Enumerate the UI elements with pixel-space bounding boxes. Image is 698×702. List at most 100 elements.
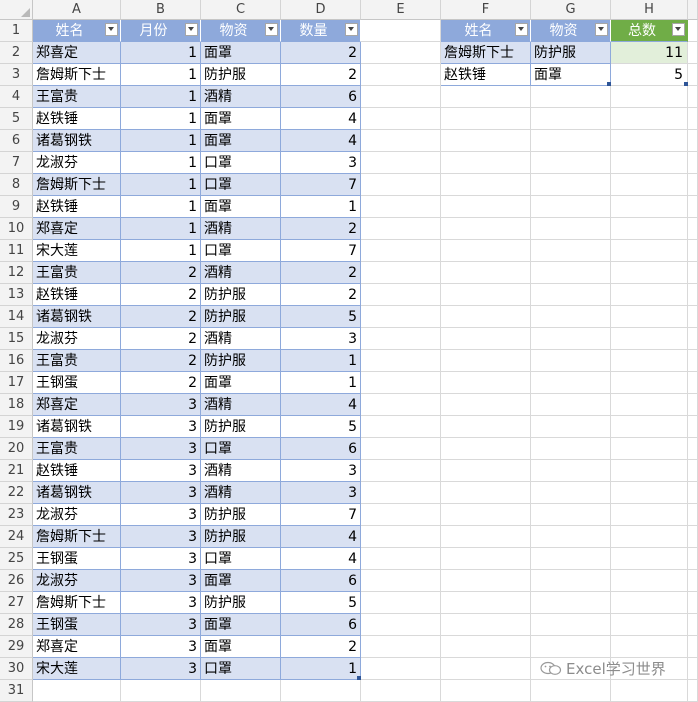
grid-cell[interactable]	[688, 658, 698, 680]
table-cell[interactable]: 3	[121, 592, 201, 614]
grid-cell[interactable]	[688, 394, 698, 416]
grid-cell[interactable]	[611, 284, 688, 306]
filter-dropdown-icon[interactable]	[595, 23, 608, 36]
grid-cell[interactable]	[361, 658, 441, 680]
table-cell[interactable]: 王钢蛋	[33, 614, 121, 636]
row-header[interactable]: 10	[0, 218, 33, 240]
grid-cell[interactable]	[531, 240, 611, 262]
table-cell[interactable]: 7	[281, 174, 361, 196]
grid-cell[interactable]	[441, 548, 531, 570]
row-header[interactable]: 29	[0, 636, 33, 658]
table-cell[interactable]: 6	[281, 86, 361, 108]
grid-cell[interactable]	[361, 218, 441, 240]
grid-cell[interactable]	[688, 438, 698, 460]
grid-cell[interactable]	[361, 504, 441, 526]
grid-cell[interactable]	[441, 218, 531, 240]
table-cell[interactable]: 7	[281, 504, 361, 526]
table-cell[interactable]: 王钢蛋	[33, 548, 121, 570]
grid-cell[interactable]	[688, 592, 698, 614]
grid-cell[interactable]	[361, 548, 441, 570]
table-header[interactable]: 数量	[281, 20, 361, 42]
grid-cell[interactable]	[688, 262, 698, 284]
table-cell[interactable]: 诸葛钢铁	[33, 306, 121, 328]
table-header[interactable]: 姓名	[33, 20, 121, 42]
row-header[interactable]: 19	[0, 416, 33, 438]
grid-cell[interactable]	[688, 614, 698, 636]
grid-cell[interactable]	[611, 108, 688, 130]
grid-cell[interactable]	[531, 526, 611, 548]
grid-cell[interactable]	[361, 372, 441, 394]
grid-cell[interactable]	[441, 86, 531, 108]
grid-cell[interactable]	[201, 680, 281, 702]
table-cell[interactable]: 酒精	[201, 262, 281, 284]
row-header[interactable]: 4	[0, 86, 33, 108]
table-cell[interactable]: 3	[121, 658, 201, 680]
grid-cell[interactable]	[688, 570, 698, 592]
table-cell[interactable]: 1	[121, 108, 201, 130]
grid-cell[interactable]	[361, 86, 441, 108]
grid-cell[interactable]	[531, 174, 611, 196]
row-header[interactable]: 25	[0, 548, 33, 570]
table-cell[interactable]: 1	[281, 350, 361, 372]
grid-cell[interactable]	[611, 86, 688, 108]
column-header-g[interactable]: G	[531, 0, 611, 20]
table-cell[interactable]: 酒精	[201, 328, 281, 350]
row-header[interactable]: 1	[0, 20, 33, 42]
grid-cell[interactable]	[611, 504, 688, 526]
grid-cell[interactable]	[611, 636, 688, 658]
table-cell[interactable]: 防护服	[201, 504, 281, 526]
grid-cell[interactable]	[531, 570, 611, 592]
grid-cell[interactable]	[611, 262, 688, 284]
column-header-h[interactable]: H	[611, 0, 688, 20]
table-cell[interactable]: 面罩	[201, 42, 281, 64]
grid-cell[interactable]	[611, 372, 688, 394]
grid-cell[interactable]	[361, 240, 441, 262]
table-cell[interactable]: 2	[121, 372, 201, 394]
grid-cell[interactable]	[361, 394, 441, 416]
table-cell[interactable]: 宋大莲	[33, 240, 121, 262]
column-header-a[interactable]: A	[33, 0, 121, 20]
row-header[interactable]: 20	[0, 438, 33, 460]
grid-cell[interactable]	[531, 218, 611, 240]
grid-cell[interactable]	[441, 130, 531, 152]
grid-cell[interactable]	[361, 262, 441, 284]
table-cell[interactable]: 4	[281, 108, 361, 130]
table-cell[interactable]: 口罩	[201, 658, 281, 680]
table-resize-handle[interactable]	[357, 676, 361, 680]
row-header[interactable]: 2	[0, 42, 33, 64]
total-header[interactable]: 总数	[611, 20, 688, 42]
table-cell[interactable]: 3	[121, 504, 201, 526]
table-cell[interactable]: 酒精	[201, 86, 281, 108]
grid-cell[interactable]	[531, 548, 611, 570]
grid-cell[interactable]	[441, 196, 531, 218]
grid-cell[interactable]	[611, 306, 688, 328]
table-cell[interactable]: 2	[281, 42, 361, 64]
table-cell[interactable]: 防护服	[531, 42, 611, 64]
grid-cell[interactable]	[611, 218, 688, 240]
column-header-partial[interactable]	[688, 0, 698, 20]
table-cell[interactable]: 2	[281, 218, 361, 240]
table-cell[interactable]: 5	[281, 416, 361, 438]
grid-cell[interactable]	[531, 438, 611, 460]
grid-cell[interactable]	[361, 130, 441, 152]
grid-cell[interactable]	[611, 438, 688, 460]
table-cell[interactable]: 防护服	[201, 416, 281, 438]
table-cell[interactable]: 郑喜定	[33, 394, 121, 416]
grid-cell[interactable]	[441, 394, 531, 416]
total-value[interactable]: 5	[611, 64, 688, 86]
grid-cell[interactable]	[441, 460, 531, 482]
table-cell[interactable]: 王富贵	[33, 262, 121, 284]
filter-dropdown-icon[interactable]	[672, 23, 685, 36]
table-cell[interactable]: 龙淑芬	[33, 570, 121, 592]
table-cell[interactable]: 詹姆斯下士	[441, 42, 531, 64]
table-cell[interactable]: 2	[121, 306, 201, 328]
table-cell[interactable]: 3	[281, 152, 361, 174]
table-cell[interactable]: 4	[281, 548, 361, 570]
grid-cell[interactable]	[531, 284, 611, 306]
row-header[interactable]: 23	[0, 504, 33, 526]
table-cell[interactable]: 1	[281, 658, 361, 680]
grid-cell[interactable]	[441, 416, 531, 438]
table-cell[interactable]: 面罩	[201, 636, 281, 658]
table-cell[interactable]: 面罩	[201, 570, 281, 592]
table-cell[interactable]: 口罩	[201, 438, 281, 460]
